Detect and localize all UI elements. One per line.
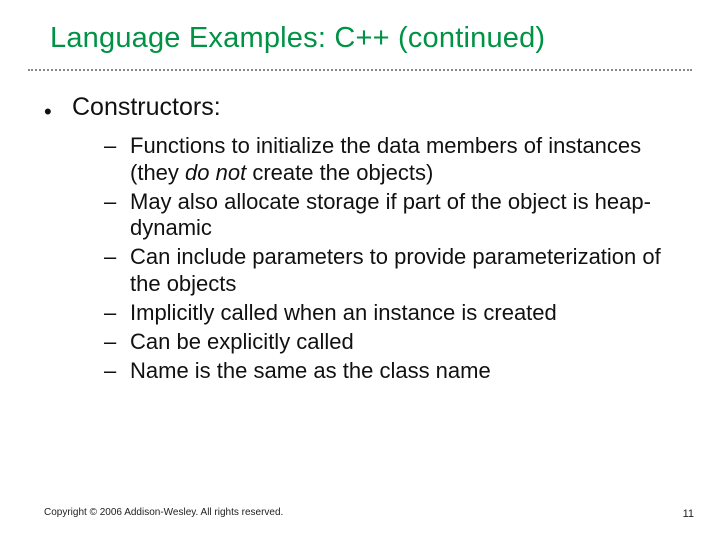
text-run: Can be explicitly called	[130, 329, 354, 354]
bullet-text: May also allocate storage if part of the…	[130, 189, 666, 243]
dash-icon: –	[104, 189, 120, 216]
slide-body: • Constructors: – Functions to initializ…	[0, 71, 720, 384]
section-heading: Constructors:	[72, 93, 221, 122]
bullet-icon: •	[44, 93, 62, 123]
text-run: Implicitly called when an instance is cr…	[130, 300, 557, 325]
list-item: – Can be explicitly called	[104, 329, 666, 356]
bullet-text: Can include parameters to provide parame…	[130, 244, 666, 298]
list-item: – Functions to initialize the data membe…	[104, 133, 666, 187]
text-run: Can include parameters to provide parame…	[130, 244, 661, 296]
list-item: – Implicitly called when an instance is …	[104, 300, 666, 327]
page-number: 11	[683, 508, 694, 520]
dash-icon: –	[104, 244, 120, 271]
dash-icon: –	[104, 329, 120, 356]
bullet-text: Name is the same as the class name	[130, 358, 666, 385]
dash-icon: –	[104, 133, 120, 160]
bullet-text: Functions to initialize the data members…	[130, 133, 666, 187]
text-run: create the objects)	[246, 160, 433, 185]
sub-list: – Functions to initialize the data membe…	[104, 133, 666, 384]
bullet-text: Implicitly called when an instance is cr…	[130, 300, 666, 327]
bullet-text: Can be explicitly called	[130, 329, 666, 356]
copyright-footer: Copyright © 2006 Addison-Wesley. All rig…	[44, 507, 283, 518]
list-item: – Can include parameters to provide para…	[104, 244, 666, 298]
text-run: Name is the same as the class name	[130, 358, 491, 383]
dash-icon: –	[104, 300, 120, 327]
text-emphasis: do not	[185, 160, 246, 185]
text-run: May also allocate storage if part of the…	[130, 189, 651, 241]
slide: Language Examples: C++ (continued) • Con…	[0, 0, 720, 540]
dash-icon: –	[104, 358, 120, 385]
slide-title: Language Examples: C++ (continued)	[0, 0, 720, 63]
list-item: – May also allocate storage if part of t…	[104, 189, 666, 243]
list-item: • Constructors:	[44, 93, 676, 123]
list-item: – Name is the same as the class name	[104, 358, 666, 385]
